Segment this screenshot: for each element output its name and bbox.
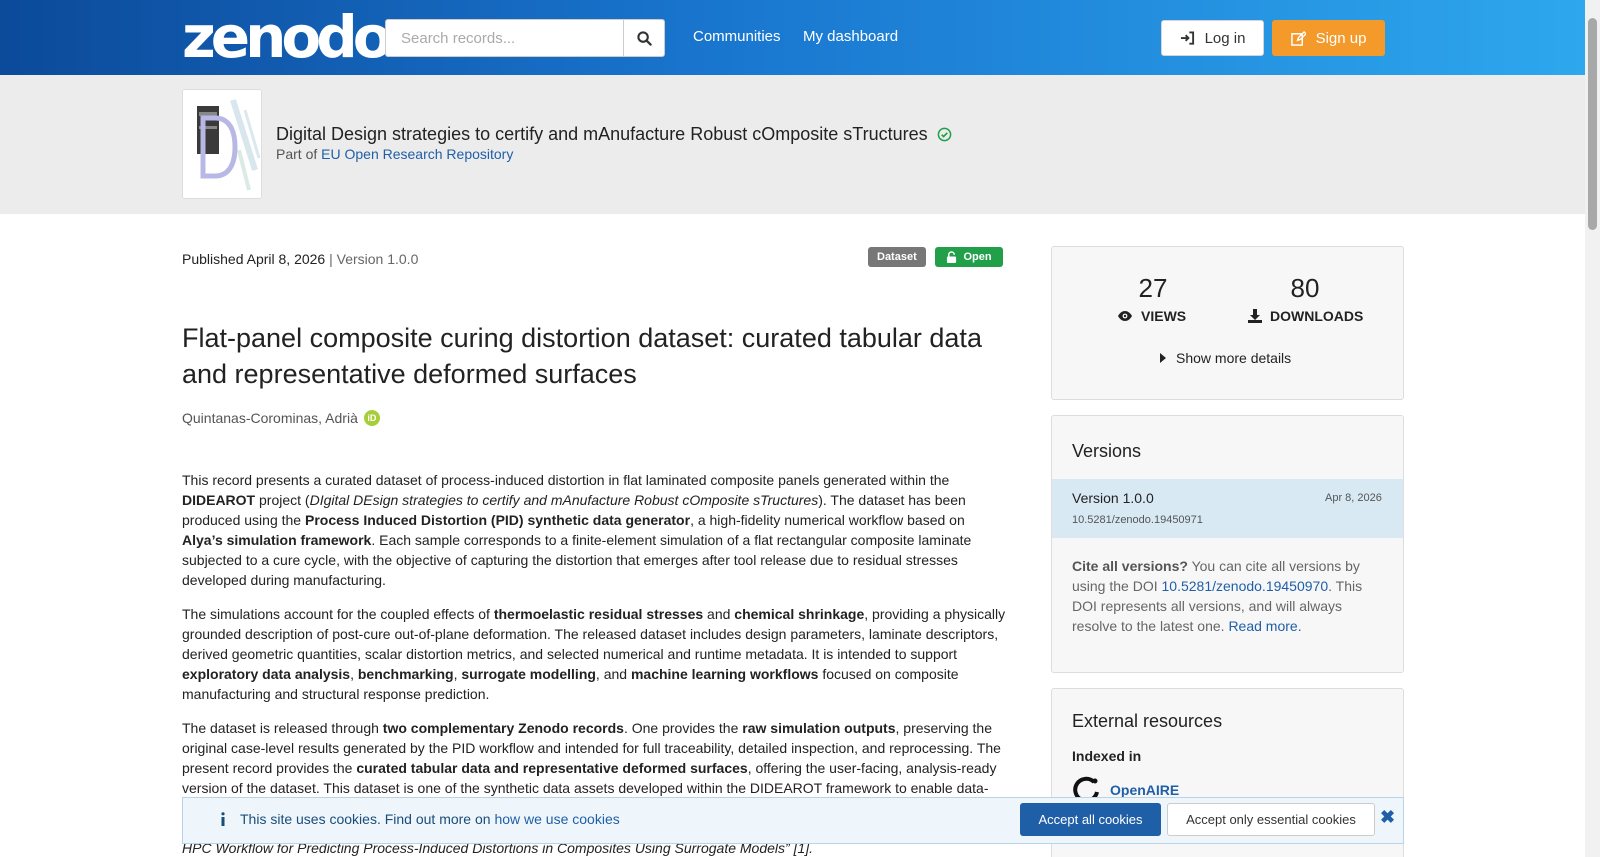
version-label: | Version 1.0.0	[329, 251, 419, 267]
external-resources-heading: External resources	[1072, 711, 1223, 731]
info-icon	[221, 812, 225, 826]
signup-label: Sign up	[1315, 29, 1367, 47]
parent-community-link[interactable]: EU Open Research Repository	[321, 146, 513, 162]
search-input[interactable]	[386, 20, 623, 56]
orcid-icon[interactable]: iD	[363, 410, 380, 426]
creator-name[interactable]: Quintanas-Corominas, Adrià	[182, 410, 358, 426]
nav-my-dashboard[interactable]: My dashboard	[803, 28, 898, 45]
publication-info: Published April 8, 2026 | Version 1.0.0	[182, 251, 418, 267]
show-more-details-toggle[interactable]: Show more details	[1160, 350, 1291, 366]
publication-date: Published April 8, 2026	[182, 251, 326, 267]
community-logo[interactable]	[182, 89, 262, 199]
zenodo-logo[interactable]: zenodo	[182, 6, 393, 68]
version-item-date: Apr 8, 2026	[1325, 492, 1382, 504]
version-item[interactable]	[1052, 479, 1403, 538]
cookie-message: This site uses cookies. Find out more on…	[220, 811, 620, 827]
access-label: Open	[963, 251, 992, 263]
lock-open-icon	[947, 251, 957, 263]
description-paragraph: The dataset is released through two comp…	[182, 720, 1001, 796]
caret-right-icon	[1160, 353, 1166, 363]
downloads-label: DOWNLOADS	[1248, 308, 1363, 324]
accept-all-cookies-button[interactable]: Accept all cookies	[1020, 803, 1161, 836]
accept-essential-cookies-button[interactable]: Accept only essential cookies	[1167, 803, 1375, 836]
login-label: Log in	[1204, 29, 1246, 47]
signup-button[interactable]: Sign up	[1272, 20, 1385, 56]
access-badge[interactable]: Open	[935, 247, 1003, 267]
scrollbar-thumb[interactable]	[1588, 18, 1597, 230]
read-more-link[interactable]: Read more.	[1228, 618, 1301, 634]
indexed-in-label: Indexed in	[1072, 748, 1142, 764]
concept-doi-link[interactable]: 10.5281/zenodo.19450970	[1162, 578, 1329, 594]
cite-all-versions: Cite all versions? You can cite all vers…	[1072, 558, 1363, 634]
version-item-doi: 10.5281/zenodo.19450971	[1072, 514, 1203, 526]
close-icon[interactable]: ✖	[1380, 807, 1395, 828]
login-button[interactable]: Log in	[1161, 20, 1264, 56]
record-description: This record presents a curated dataset o…	[182, 470, 1008, 812]
cookie-policy-link[interactable]: how we use cookies	[494, 811, 619, 827]
search-icon	[636, 30, 652, 46]
search-button[interactable]	[623, 19, 665, 57]
signup-icon	[1290, 30, 1306, 46]
community-title[interactable]: Digital Design strategies to certify and…	[276, 124, 952, 145]
versions-heading: Versions	[1072, 441, 1142, 461]
views-count: 27	[1138, 273, 1168, 303]
resource-type-badge: Dataset	[868, 247, 926, 267]
description-paragraph: This record presents a curated dataset o…	[182, 472, 972, 588]
nav-communities[interactable]: Communities	[693, 28, 781, 45]
record-title: Flat-panel composite curing distortion d…	[182, 323, 982, 389]
version-item-name[interactable]: Version 1.0.0	[1072, 490, 1154, 506]
search-field[interactable]	[385, 19, 624, 57]
eye-icon	[1118, 311, 1132, 321]
download-icon	[1248, 309, 1262, 323]
description-paragraph: The simulations account for the coupled …	[182, 606, 1006, 702]
views-label: VIEWS	[1117, 308, 1186, 324]
community-parent: Part of EU Open Research Repository	[276, 146, 514, 162]
creator[interactable]: Quintanas-Corominas, Adrià iD	[182, 410, 380, 426]
verified-icon	[937, 127, 951, 142]
login-icon	[1180, 31, 1194, 45]
downloads-count: 80	[1290, 273, 1320, 303]
